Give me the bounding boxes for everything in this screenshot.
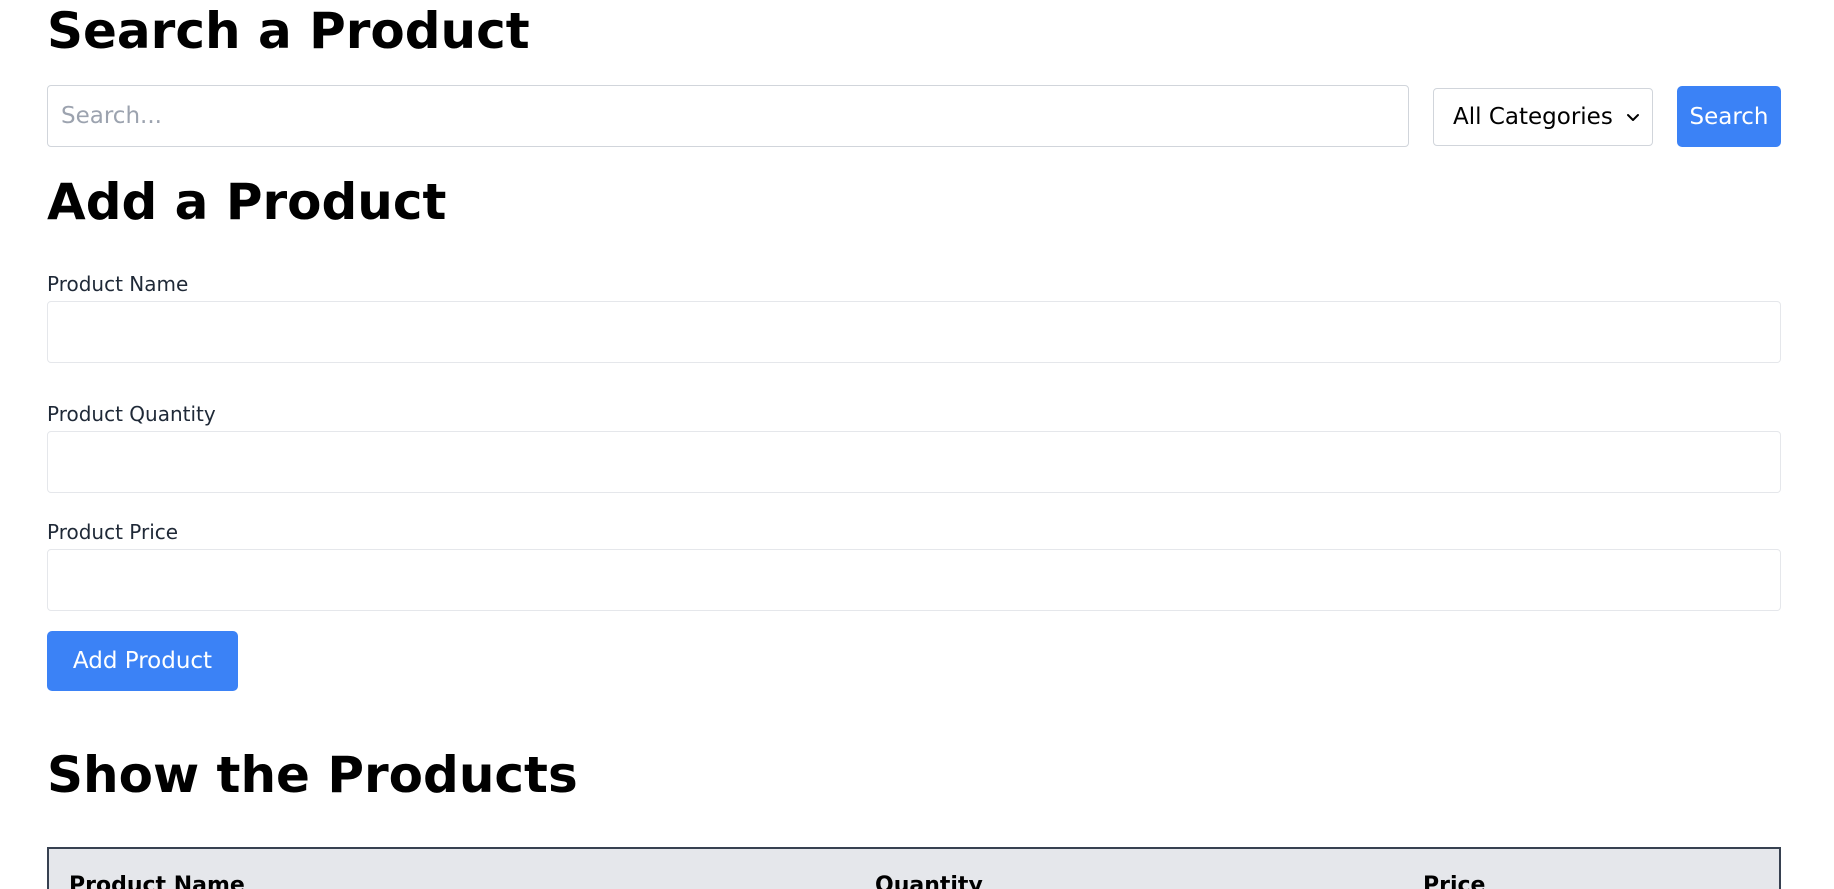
category-select[interactable]: All Categories — [1433, 88, 1653, 146]
product-quantity-label: Product Quantity — [47, 402, 216, 426]
product-price-label: Product Price — [47, 520, 179, 544]
category-select-value: All Categories — [1453, 104, 1613, 130]
product-quantity-field[interactable] — [47, 431, 1781, 493]
search-button[interactable]: Search — [1677, 86, 1781, 147]
search-section-title: Search a Product — [47, 2, 530, 60]
column-header-price: Price — [1423, 873, 1486, 889]
products-table: Product Name Quantity Price — [47, 847, 1781, 889]
column-header-product-name: Product Name — [69, 873, 245, 889]
product-name-label: Product Name — [47, 272, 189, 296]
product-name-field[interactable] — [47, 301, 1781, 363]
page: Search a Product All Categories Search A… — [0, 0, 1834, 889]
show-section-title: Show the Products — [47, 746, 578, 804]
search-input[interactable] — [47, 85, 1409, 147]
add-section-title: Add a Product — [47, 173, 447, 231]
chevron-down-icon — [1627, 114, 1639, 121]
add-product-button[interactable]: Add Product — [47, 631, 238, 691]
column-header-quantity: Quantity — [875, 873, 983, 889]
product-price-field[interactable] — [47, 549, 1781, 611]
